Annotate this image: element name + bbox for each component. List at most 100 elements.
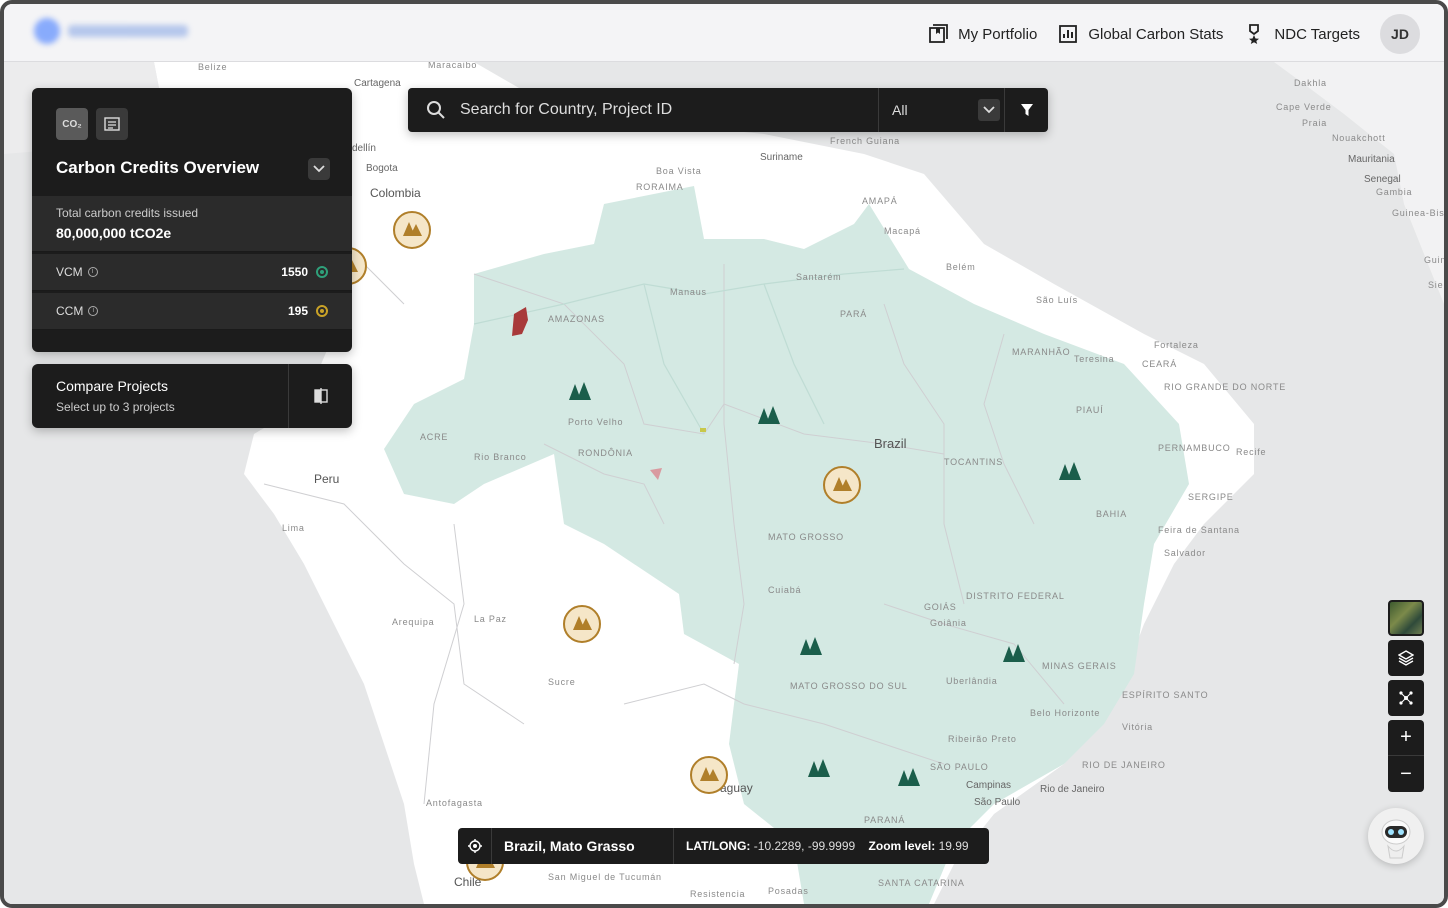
map-label: São Luís (1036, 295, 1078, 305)
map-label: Dakhla (1294, 78, 1327, 88)
search-input[interactable] (460, 88, 878, 132)
compare-button[interactable] (288, 364, 352, 428)
nav-global-carbon-stats[interactable]: Global Carbon Stats (1057, 23, 1223, 45)
chart-icon (1059, 25, 1078, 43)
co2-icon: CO₂ (62, 118, 82, 130)
map-label: MARANHÃO (1012, 347, 1070, 357)
vcm-row[interactable]: VCM i 1550 (32, 254, 352, 291)
compare-projects-panel[interactable]: Compare Projects Select up to 3 projects (32, 364, 352, 428)
map-label: Praia (1302, 118, 1327, 128)
map-label: Posadas (768, 886, 809, 896)
medal-icon (1249, 24, 1260, 44)
map-label: MATO GROSSO (768, 532, 844, 542)
ccm-label: CCM (56, 304, 84, 318)
project-area-yellow (700, 428, 706, 432)
vcm-pin-icon (316, 266, 328, 278)
location-meta: LAT/LONG: -10.2289, -99.9999 Zoom level:… (674, 839, 969, 853)
latlong-value: -10.2289, -99.9999 (753, 839, 856, 853)
map-label: Lima (282, 523, 305, 533)
list-view-button[interactable] (96, 108, 128, 140)
map-label: Senegal (1364, 174, 1401, 185)
map-label: Sucre (548, 677, 576, 687)
map-label: Guine (1424, 255, 1444, 265)
map-label: DISTRITO FEDERAL (966, 591, 1065, 601)
plus-icon: + (1400, 726, 1412, 748)
map-label: Santarém (796, 272, 841, 282)
map-label: Ribeirão Preto (948, 734, 1017, 744)
map-label: Goiânia (930, 618, 967, 628)
map-label: São Paulo (974, 797, 1021, 808)
map-label: Campinas (966, 780, 1011, 791)
map-label: ESPÍRITO SANTO (1122, 690, 1208, 700)
panel-view-toggle: CO₂ (56, 108, 128, 140)
filter-button[interactable] (1004, 88, 1048, 132)
ccm-marker (393, 211, 431, 249)
user-avatar[interactable]: JD (1380, 14, 1420, 54)
map-label: SERGIPE (1188, 492, 1234, 502)
map-label: French Guiana (830, 136, 900, 146)
map-label: Fortaleza (1154, 340, 1199, 350)
portfolio-icon (929, 24, 949, 43)
map-label: AMAZONAS (548, 314, 605, 324)
map-label: Bogota (366, 163, 398, 174)
map-label: Manaus (670, 287, 707, 297)
filter-select-value: All (892, 102, 908, 118)
map-label: San Miguel de Tucumán (548, 872, 662, 882)
map-label: SÃO PAULO (930, 762, 989, 772)
map-label: PIAUÍ (1076, 405, 1104, 415)
map-label: ACRE (420, 432, 448, 442)
ccm-row[interactable]: CCM i 195 (32, 293, 352, 330)
map-label: Nouakchott (1332, 133, 1386, 143)
map-label: Boa Vista (656, 166, 702, 176)
map-label: Belém (946, 262, 976, 272)
map-label: Porto Velho (568, 417, 623, 427)
chevron-down-icon (313, 165, 325, 173)
filter-select[interactable]: All (878, 88, 1006, 132)
map-label: TOCANTINS (944, 457, 1003, 467)
map-label: Guinea-Bissau (1392, 208, 1444, 218)
layers-button[interactable] (1388, 640, 1424, 676)
nav-my-portfolio[interactable]: My Portfolio (927, 23, 1037, 45)
map-label: GOIÁS (924, 602, 957, 612)
co2-view-button[interactable]: CO₂ (56, 108, 88, 140)
map-label: Resistencia (690, 889, 745, 899)
map-label: RIO DE JANEIRO (1082, 760, 1166, 770)
map-label: Mauritania (1348, 154, 1395, 165)
location-name: Brazil, Mato Grasso (492, 828, 674, 864)
chevron-down-icon (983, 106, 995, 114)
zoom-out-button[interactable]: − (1388, 756, 1424, 792)
map-label: Uberlândia (946, 676, 998, 686)
ccm-count: 195 (287, 304, 308, 318)
app-logo[interactable] (34, 18, 188, 44)
select-chevron[interactable] (978, 99, 1000, 121)
zoom-controls: + − (1388, 720, 1424, 792)
info-icon[interactable]: i (88, 306, 99, 316)
info-icon[interactable]: i (87, 267, 98, 277)
map-label: dellín (352, 143, 376, 154)
map-label: Arequipa (392, 617, 434, 627)
map-label: Salvador (1164, 548, 1206, 558)
zoom-label: Zoom level: (868, 839, 936, 853)
nav-label: NDC Targets (1274, 25, 1360, 43)
compare-title: Compare Projects (56, 378, 169, 394)
locate-button[interactable] (458, 828, 492, 864)
logo-wordmark (68, 25, 188, 37)
ccm-marker (823, 466, 861, 504)
collapse-button[interactable] (308, 158, 330, 180)
map-label: CEARÁ (1142, 359, 1177, 369)
map-label: Gambia (1376, 187, 1412, 197)
map-label: MATO GROSSO DO SUL (790, 681, 908, 691)
satellite-view-button[interactable] (1388, 600, 1424, 636)
zoom-in-button[interactable]: + (1388, 720, 1424, 756)
assistant-bot-button[interactable] (1368, 808, 1424, 864)
robot-icon (1381, 819, 1411, 859)
map-label: RIO GRANDE DO NORTE (1164, 382, 1286, 392)
carbon-overview-panel: CO₂ Carbon Credits Overview Total carbon… (32, 88, 352, 352)
map-label: Brazil (874, 436, 907, 451)
nav-ndc-targets[interactable]: NDC Targets (1243, 23, 1360, 45)
map-label: Feira de Santana (1158, 525, 1240, 535)
vcm-count: 1550 (281, 265, 308, 279)
map-label: Belize (198, 62, 227, 72)
network-button[interactable] (1388, 680, 1424, 716)
map-label: Belo Horizonte (1030, 708, 1100, 718)
